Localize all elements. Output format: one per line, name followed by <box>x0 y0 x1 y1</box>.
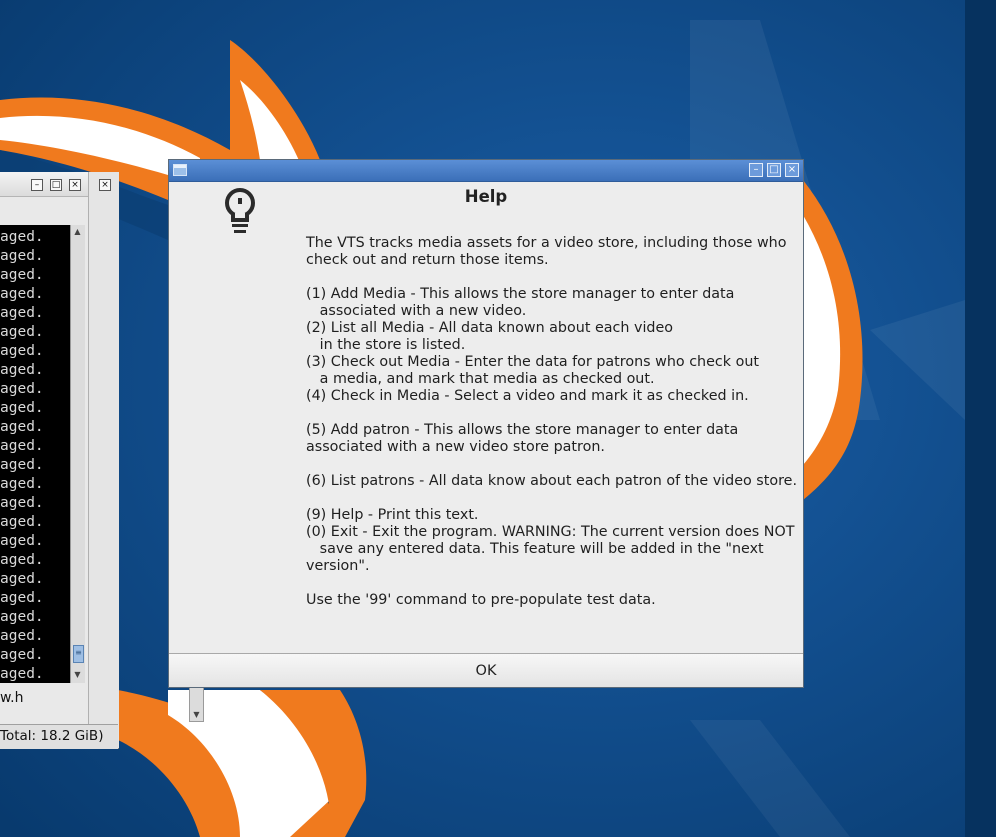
help-text-line: check out and return those items. <box>306 252 549 268</box>
minimize-button[interactable]: – <box>31 179 43 191</box>
terminal-line: aged. <box>0 305 44 321</box>
terminal-line: aged. <box>0 457 44 473</box>
close-button[interactable]: × <box>69 179 81 191</box>
background-terminal-window: ↷ ▲ ≡ ▼ – □ × × aged.aged.aged.aged.aged… <box>0 172 204 749</box>
terminal-line: aged. <box>0 438 44 454</box>
terminal-line: aged. <box>0 552 44 568</box>
dialog-title: Help <box>464 187 508 206</box>
help-dialog: – □ × Help The VTS tracks media assets f… <box>168 159 804 688</box>
help-text-line: a media, and mark that media as checked … <box>306 371 655 387</box>
help-text-line: (0) Exit - Exit the program. WARNING: Th… <box>306 524 795 540</box>
help-text-line: (2) List all Media - All data known abou… <box>306 320 674 336</box>
terminal-line: aged. <box>0 476 44 492</box>
terminal-line: aged. <box>0 400 44 416</box>
help-text-line <box>306 490 786 507</box>
help-text-line: in the store is listed. <box>306 337 466 353</box>
help-text: The VTS tracks media assets for a video … <box>306 235 797 609</box>
help-text-line: associated with a new video. <box>306 303 527 319</box>
background-window-titlebar: – □ × <box>0 172 88 197</box>
close-button[interactable]: × <box>785 163 799 177</box>
maximize-button[interactable]: □ <box>767 163 781 177</box>
status-bar-text: Total: 18.2 GiB) <box>0 724 118 749</box>
terminal-line: aged. <box>0 324 44 340</box>
terminal-line: aged. <box>0 343 44 359</box>
help-text-line: (6) List patrons - All data know about e… <box>306 473 797 489</box>
scrollbar-thumb[interactable]: ≡ <box>73 645 84 663</box>
help-text-line: (4) Check in Media - Select a video and … <box>306 388 749 404</box>
background-window-panel: ↷ ▲ ≡ ▼ <box>88 172 204 748</box>
terminal-line: aged. <box>0 628 44 644</box>
terminal-output[interactable]: aged. aged. aged. aged. aged. aged. aged. aged.… <box>0 225 70 683</box>
help-text-line <box>306 456 786 473</box>
help-text-line: The VTS tracks media assets for a video … <box>306 235 787 251</box>
filename-label: w.h <box>0 690 24 706</box>
terminal-line: aged. <box>0 495 44 511</box>
window-icon[interactable] <box>173 164 187 176</box>
terminal-line: aged. <box>0 571 44 587</box>
terminal-line: aged. <box>0 514 44 530</box>
terminal-line: aged. <box>0 419 44 435</box>
scroll-down-arrow[interactable]: ▼ <box>191 709 202 720</box>
maximize-button[interactable]: □ <box>50 179 62 191</box>
help-text-line <box>306 405 786 422</box>
help-text-line: version". <box>306 558 370 574</box>
terminal-line: aged. <box>0 229 44 245</box>
lightbulb-icon <box>225 188 255 233</box>
help-text-line: (9) Help - Print this text. <box>306 507 479 523</box>
terminal-line: aged. <box>0 286 44 302</box>
help-text-line: associated with a new video store patron… <box>306 439 605 455</box>
minimize-button[interactable]: – <box>749 163 763 177</box>
terminal-line: aged. <box>0 533 44 549</box>
terminal-line: aged. <box>0 248 44 264</box>
help-text-line <box>306 575 786 592</box>
terminal-line: aged. <box>0 267 44 283</box>
scroll-up-arrow[interactable]: ▲ <box>72 226 83 237</box>
dialog-titlebar[interactable]: – □ × <box>169 160 803 182</box>
help-text-line: save any entered data. This feature will… <box>306 541 764 557</box>
help-text-line: (1) Add Media - This allows the store ma… <box>306 286 735 302</box>
help-text-line <box>306 269 786 286</box>
help-text-line: (5) Add patron - This allows the store m… <box>306 422 739 438</box>
scroll-down-arrow[interactable]: ▼ <box>72 669 83 680</box>
terminal-scrollbar[interactable]: ▲ ≡ ▼ <box>70 225 85 683</box>
terminal-line: aged. <box>0 362 44 378</box>
terminal-line: aged. <box>0 381 44 397</box>
terminal-line: aged. <box>0 609 44 625</box>
help-text-line: Use the '99' command to pre-populate tes… <box>306 592 656 608</box>
terminal-line: aged. <box>0 590 44 606</box>
terminal-line: aged. <box>0 666 44 682</box>
panel-close-button[interactable]: × <box>99 179 111 191</box>
terminal-line: aged. <box>0 647 44 663</box>
help-text-line: (3) Check out Media - Enter the data for… <box>306 354 760 370</box>
ok-button[interactable]: OK <box>169 653 803 687</box>
